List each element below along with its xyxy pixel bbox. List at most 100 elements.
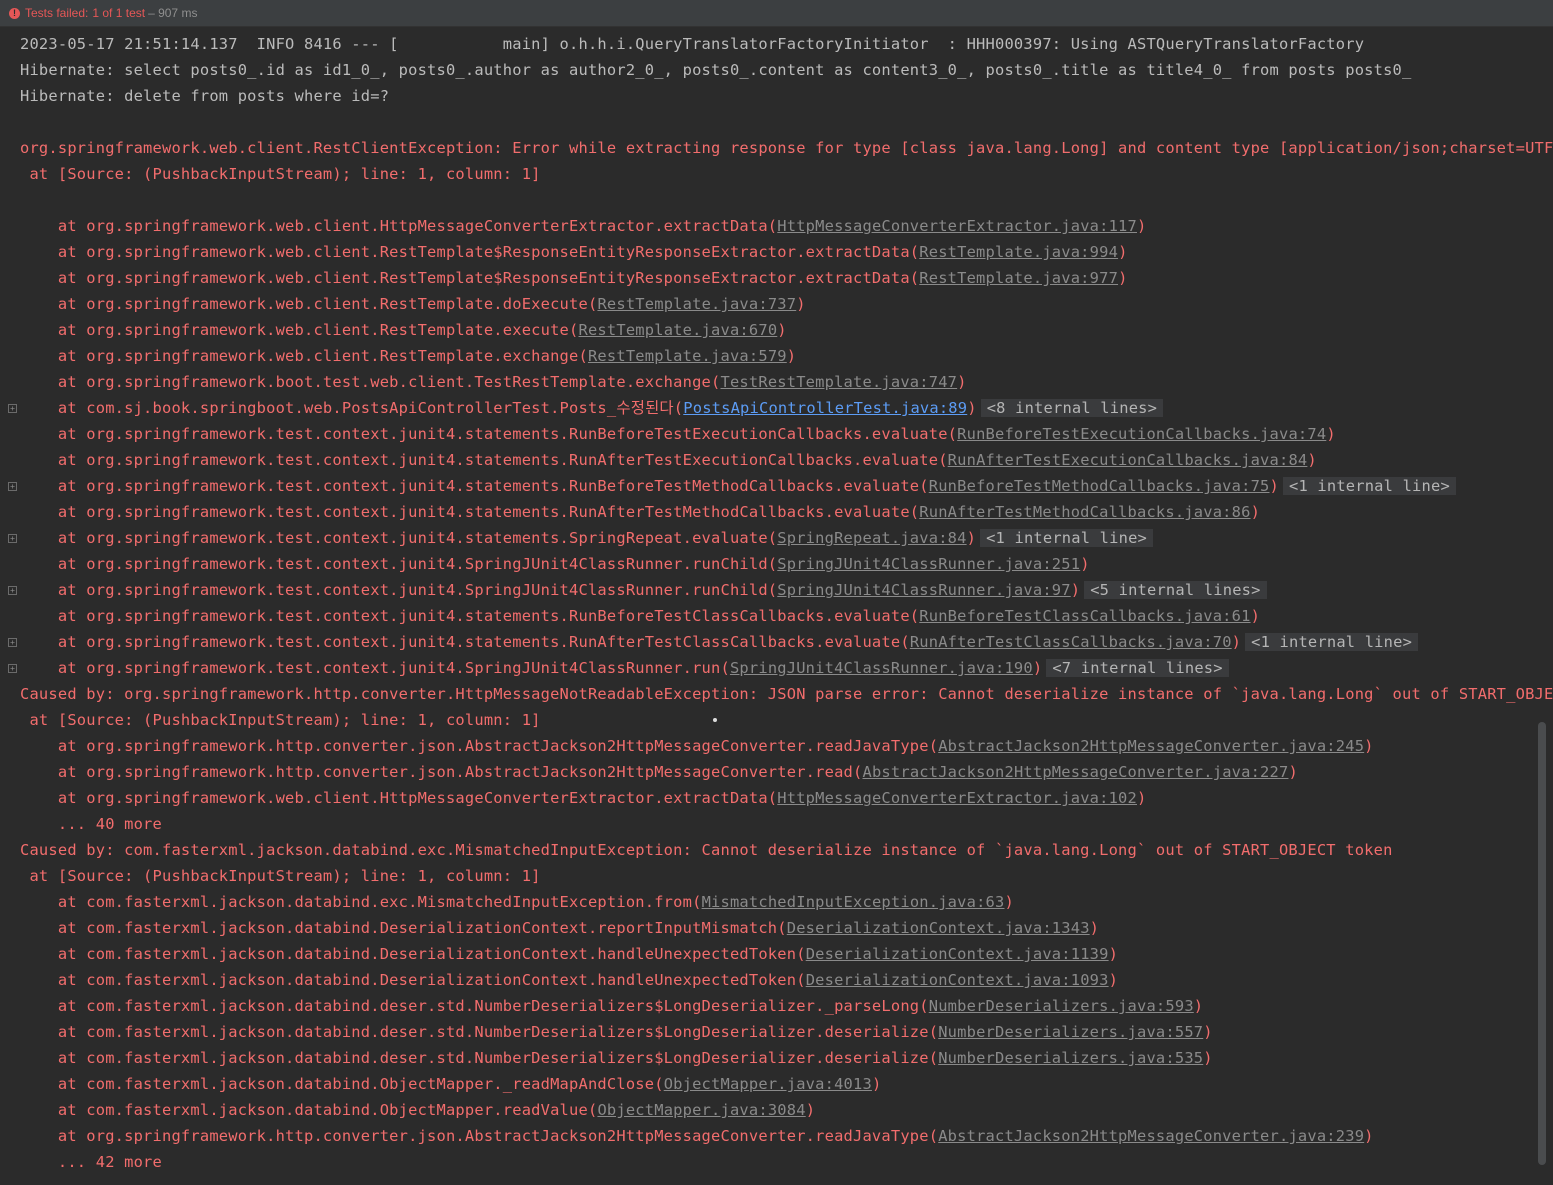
- source-link[interactable]: ObjectMapper.java:4013: [664, 1075, 872, 1093]
- log-line-tail: ): [1032, 659, 1043, 677]
- log-line-tail: ): [966, 529, 977, 547]
- log-line-tail: ): [1364, 1127, 1374, 1145]
- source-link[interactable]: RestTemplate.java:579: [588, 347, 787, 365]
- log-line: at [Source: (PushbackInputStream); line:…: [20, 863, 541, 889]
- source-link[interactable]: RestTemplate.java:994: [919, 243, 1118, 261]
- source-link[interactable]: DeserializationContext.java:1093: [806, 971, 1109, 989]
- console-output[interactable]: 2023-05-17 21:51:14.137 INFO 8416 --- [ …: [0, 27, 1553, 1185]
- log-line: at org.springframework.web.client.RestTe…: [20, 317, 787, 343]
- log-line-text: at com.fasterxml.jackson.databind.Object…: [20, 1101, 598, 1119]
- expand-fold-icon[interactable]: +: [8, 664, 17, 673]
- console-scrollbar[interactable]: [1538, 722, 1546, 1165]
- expand-fold-icon[interactable]: +: [8, 404, 17, 413]
- source-link[interactable]: RunAfterTestClassCallbacks.java:70: [910, 633, 1232, 651]
- source-link[interactable]: RunBeforeTestClassCallbacks.java:61: [919, 607, 1250, 625]
- log-line: at [Source: (PushbackInputStream); line:…: [20, 707, 541, 733]
- source-link[interactable]: RestTemplate.java:977: [919, 269, 1118, 287]
- log-line: at org.springframework.web.client.HttpMe…: [20, 785, 1146, 811]
- source-link[interactable]: SpringJUnit4ClassRunner.java:190: [730, 659, 1033, 677]
- log-line-text: ... 42 more: [20, 1153, 162, 1171]
- log-line-text: at org.springframework.test.context.juni…: [20, 451, 948, 469]
- internal-lines-fold[interactable]: <1 internal line>: [1245, 633, 1419, 651]
- source-link[interactable]: DeserializationContext.java:1139: [806, 945, 1109, 963]
- log-line-tail: ): [871, 1075, 882, 1093]
- log-line-tail: ): [1118, 269, 1128, 287]
- source-link[interactable]: SpringRepeat.java:84: [777, 529, 966, 547]
- internal-lines-fold[interactable]: <5 internal lines>: [1084, 581, 1267, 599]
- log-line-tail: ): [796, 295, 806, 313]
- source-link[interactable]: SpringJUnit4ClassRunner.java:251: [777, 555, 1080, 573]
- internal-lines-fold[interactable]: <1 internal line>: [1282, 477, 1456, 495]
- log-line-tail: ): [1288, 763, 1298, 781]
- internal-lines-fold[interactable]: <1 internal line>: [980, 529, 1153, 547]
- log-line: at com.fasterxml.jackson.databind.deser.…: [20, 993, 1203, 1019]
- source-link[interactable]: MismatchedInputException.java:63: [702, 893, 1005, 911]
- source-link[interactable]: ObjectMapper.java:3084: [597, 1101, 805, 1119]
- log-line: at org.springframework.test.context.juni…: [20, 499, 1260, 525]
- source-link[interactable]: NumberDeserializers.java:557: [938, 1023, 1203, 1041]
- log-line-text: at com.sj.book.springboot.web.PostsApiCo…: [20, 399, 684, 417]
- log-line-text: at com.fasterxml.jackson.databind.Deseri…: [20, 945, 806, 963]
- source-link[interactable]: NumberDeserializers.java:593: [929, 997, 1194, 1015]
- expand-fold-icon[interactable]: +: [8, 586, 17, 595]
- source-link[interactable]: HttpMessageConverterExtractor.java:102: [777, 789, 1137, 807]
- internal-lines-fold[interactable]: <7 internal lines>: [1046, 659, 1229, 677]
- log-line: at org.springframework.test.context.juni…: [20, 473, 1456, 499]
- log-line: at org.springframework.test.context.juni…: [20, 603, 1260, 629]
- source-link[interactable]: AbstractJackson2HttpMessageConverter.jav…: [938, 1127, 1364, 1145]
- log-line: at com.fasterxml.jackson.databind.deser.…: [20, 1019, 1213, 1045]
- log-line-text: at org.springframework.http.converter.js…: [20, 1127, 939, 1145]
- log-line: at org.springframework.test.context.juni…: [20, 577, 1267, 603]
- source-link[interactable]: SpringJUnit4ClassRunner.java:97: [777, 581, 1070, 599]
- error-icon: !: [9, 7, 20, 19]
- log-line-text: at com.fasterxml.jackson.databind.Deseri…: [20, 919, 787, 937]
- log-line-text: at org.springframework.web.client.RestTe…: [20, 269, 920, 287]
- source-link[interactable]: RunAfterTestMethodCallbacks.java:86: [919, 503, 1250, 521]
- log-line-text: at com.fasterxml.jackson.databind.Deseri…: [20, 971, 806, 989]
- log-line-tail: ): [1193, 997, 1204, 1015]
- log-line-tail: ): [1118, 243, 1128, 261]
- log-line-text: ... 40 more: [20, 815, 162, 833]
- log-line: Caused by: com.fasterxml.jackson.databin…: [20, 837, 1393, 863]
- expand-fold-icon[interactable]: +: [8, 534, 17, 543]
- log-line-text: at org.springframework.web.client.RestTe…: [20, 243, 920, 261]
- log-line-text: Hibernate: delete from posts where id=?: [20, 87, 390, 105]
- log-line-tail: ): [1004, 893, 1014, 911]
- log-line: at org.springframework.web.client.RestTe…: [20, 239, 1128, 265]
- log-line-text: at [Source: (PushbackInputStream); line:…: [20, 867, 541, 885]
- log-line: at org.springframework.web.client.RestTe…: [20, 265, 1128, 291]
- source-link[interactable]: AbstractJackson2HttpMessageConverter.jav…: [862, 763, 1288, 781]
- source-link[interactable]: HttpMessageConverterExtractor.java:117: [777, 217, 1137, 235]
- source-link[interactable]: DeserializationContext.java:1343: [787, 919, 1090, 937]
- log-line: Hibernate: delete from posts where id=?: [20, 83, 389, 109]
- log-line: at org.springframework.test.context.juni…: [20, 551, 1090, 577]
- expand-fold-icon[interactable]: +: [8, 638, 17, 647]
- source-link[interactable]: RestTemplate.java:670: [579, 321, 778, 339]
- log-line: at org.springframework.test.context.juni…: [20, 655, 1229, 681]
- source-link[interactable]: NumberDeserializers.java:535: [938, 1049, 1203, 1067]
- source-link[interactable]: RunAfterTestExecutionCallbacks.java:84: [948, 451, 1308, 469]
- log-line-text: at com.fasterxml.jackson.databind.deser.…: [20, 997, 929, 1015]
- log-line: at com.fasterxml.jackson.databind.Object…: [20, 1071, 881, 1097]
- source-link[interactable]: RunBeforeTestMethodCallbacks.java:75: [929, 477, 1270, 495]
- source-link[interactable]: PostsApiControllerTest.java:89: [683, 399, 967, 417]
- log-line: ... 42 more: [20, 1149, 162, 1175]
- expand-fold-icon[interactable]: +: [8, 482, 17, 491]
- log-line-text: at [Source: (PushbackInputStream); line:…: [20, 711, 541, 729]
- log-line: at org.springframework.http.converter.js…: [20, 1123, 1374, 1149]
- log-line-text: at org.springframework.test.context.juni…: [20, 581, 778, 599]
- log-line-text: at org.springframework.test.context.juni…: [20, 555, 778, 573]
- log-line-text: at com.fasterxml.jackson.databind.deser.…: [20, 1049, 939, 1067]
- log-line: at com.fasterxml.jackson.databind.Deseri…: [20, 967, 1118, 993]
- log-line-tail: ): [786, 347, 797, 365]
- source-link[interactable]: RunBeforeTestExecutionCallbacks.java:74: [957, 425, 1326, 443]
- log-line-text: at org.springframework.boot.test.web.cli…: [20, 373, 721, 391]
- source-link[interactable]: RestTemplate.java:737: [597, 295, 796, 313]
- log-line: at com.fasterxml.jackson.databind.Deseri…: [20, 915, 1099, 941]
- log-line-text: at org.springframework.http.converter.js…: [20, 763, 863, 781]
- log-line: at org.springframework.test.context.juni…: [20, 421, 1336, 447]
- source-link[interactable]: TestRestTemplate.java:747: [720, 373, 957, 391]
- internal-lines-fold[interactable]: <8 internal lines>: [980, 399, 1164, 417]
- source-link[interactable]: AbstractJackson2HttpMessageConverter.jav…: [938, 737, 1364, 755]
- log-line-text: at com.fasterxml.jackson.databind.deser.…: [20, 1023, 939, 1041]
